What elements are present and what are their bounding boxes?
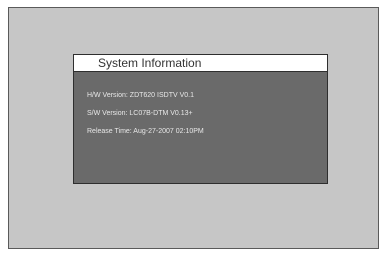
release-time-text: Release Time: Aug-27-2007 02:10PM	[87, 128, 204, 135]
tv-screen: System Information H/W Version: ZDT620 I…	[8, 7, 379, 249]
system-information-dialog: System Information H/W Version: ZDT620 I…	[73, 54, 328, 184]
dialog-title: System Information	[74, 55, 327, 72]
hardware-version-text: H/W Version: ZDT620 ISDTV V0.1	[87, 92, 194, 99]
software-version-text: S/W Version: LC07B-DTM V0.13+	[87, 110, 193, 117]
